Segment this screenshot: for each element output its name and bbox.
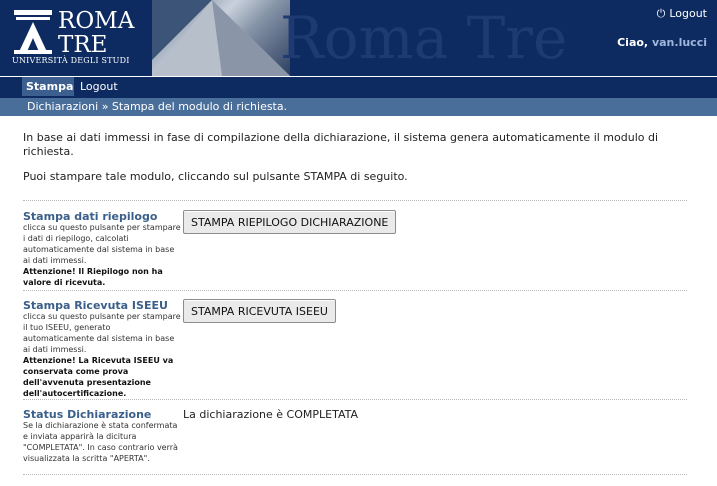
nav-logout-link[interactable]: Logout: [80, 80, 118, 93]
greeting-text: Ciao,: [617, 36, 649, 49]
divider: [23, 474, 687, 475]
riepilogo-warning: Attenzione! Il Riepilogo non ha valore d…: [23, 267, 163, 287]
logo-tre-text: TRE: [58, 32, 108, 58]
arch-logo-icon: [14, 10, 52, 54]
header-logout-link[interactable]: ⏻ Logout: [657, 7, 707, 21]
pyramid-image: [152, 0, 290, 76]
logo-roma-text: ROMA: [58, 8, 135, 34]
riepilogo-description: clicca su questo pulsante per stampare i…: [23, 222, 181, 288]
breadcrumb: Dichiarazioni » Stampa del modulo di ric…: [0, 98, 717, 116]
stampa-ricevuta-button[interactable]: STAMPA RICEVUTA ISEEU: [183, 299, 336, 323]
intro-paragraph: In base ai dati immessi in fase di compi…: [23, 131, 659, 158]
stampa-riepilogo-button[interactable]: STAMPA RIEPILOGO DICHIARAZIONE: [183, 210, 397, 234]
pyramid-photo: [152, 0, 290, 76]
header-banner: ROMA TRE UNIVERSITÀ DEGLI STUDI Roma Tre…: [0, 0, 717, 76]
nav-tab-stampa[interactable]: Stampa: [22, 77, 74, 96]
ricevuta-desc-text: clicca su questo pulsante per stampare i…: [23, 312, 181, 354]
roma-tre-watermark: Roma Tre: [280, 4, 568, 72]
username-link[interactable]: van.lucci: [652, 36, 707, 49]
roma-tre-logo[interactable]: ROMA TRE UNIVERSITÀ DEGLI STUDI: [8, 6, 134, 70]
intro-instruction: Puoi stampare tale modulo, cliccando sul…: [23, 170, 408, 183]
power-icon: ⏻: [656, 7, 666, 20]
header-logout-label: Logout: [669, 7, 707, 20]
riepilogo-desc-text: clicca su questo pulsante per stampare i…: [23, 223, 181, 265]
status-description: Se la dichiarazione è stata confermata e…: [23, 421, 178, 463]
ricevuta-description: clicca su questo pulsante per stampare i…: [23, 311, 181, 399]
user-greeting: Ciao, van.lucci: [617, 36, 707, 49]
breadcrumb-text: Dichiarazioni » Stampa del modulo di ric…: [27, 100, 288, 113]
ricevuta-warning: Attenzione! La Ricevuta ISEEU va conserv…: [23, 356, 174, 398]
main-nav: Stampa Logout: [0, 76, 717, 99]
divider: [23, 290, 687, 291]
divider: [23, 399, 687, 400]
logo-university-text: UNIVERSITÀ DEGLI STUDI: [12, 56, 130, 65]
status-value: La dichiarazione è COMPLETATA: [183, 408, 359, 421]
divider: [23, 200, 687, 201]
